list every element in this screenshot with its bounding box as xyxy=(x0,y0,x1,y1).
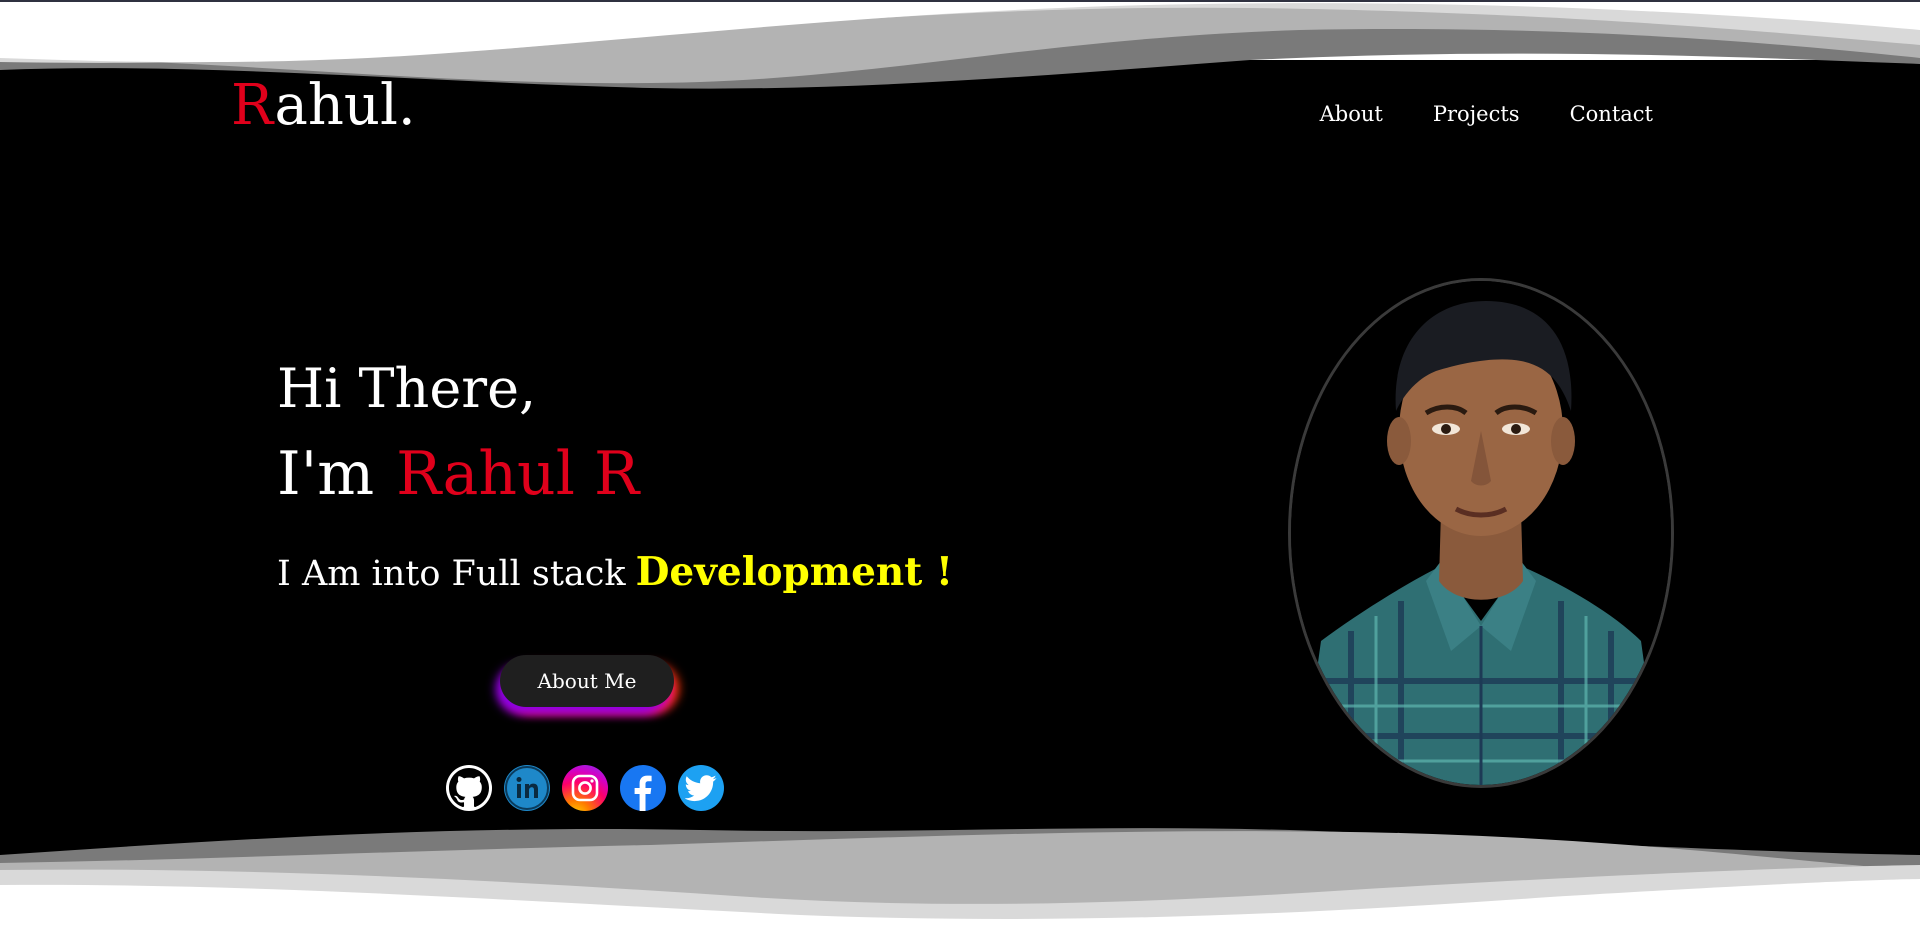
hero-greeting: Hi There, xyxy=(277,357,537,420)
instagram-icon[interactable] xyxy=(562,765,608,811)
nav-about-link[interactable]: About xyxy=(1320,104,1383,125)
portrait-illustration xyxy=(1291,281,1671,785)
twitter-icon[interactable] xyxy=(678,765,724,811)
nav-projects-link[interactable]: Projects xyxy=(1433,104,1520,125)
hero-intro-prefix: I'm xyxy=(277,439,375,509)
github-icon[interactable] xyxy=(446,765,492,811)
social-links xyxy=(446,765,724,811)
main-nav: About Projects Contact xyxy=(1320,104,1653,125)
about-me-button[interactable]: About Me xyxy=(500,655,674,707)
facebook-icon[interactable] xyxy=(620,765,666,811)
profile-photo xyxy=(1288,278,1674,788)
hero-tagline: I Am into Full stack Development ! xyxy=(277,553,953,592)
nav-contact-link[interactable]: Contact xyxy=(1570,104,1653,125)
brand-rest: ahul. xyxy=(274,73,416,138)
page: Rahul. About Projects Contact Hi There, … xyxy=(0,0,1920,933)
brand-initial: R xyxy=(231,73,275,138)
brand-logo[interactable]: Rahul. xyxy=(231,78,416,134)
hero-intro: I'm Rahul R xyxy=(277,444,639,504)
tagline-highlight: Development ! xyxy=(635,549,953,595)
hero-name: Rahul R xyxy=(396,439,640,509)
tagline-prefix: I Am into Full stack xyxy=(277,554,626,594)
linkedin-icon[interactable] xyxy=(504,765,550,811)
